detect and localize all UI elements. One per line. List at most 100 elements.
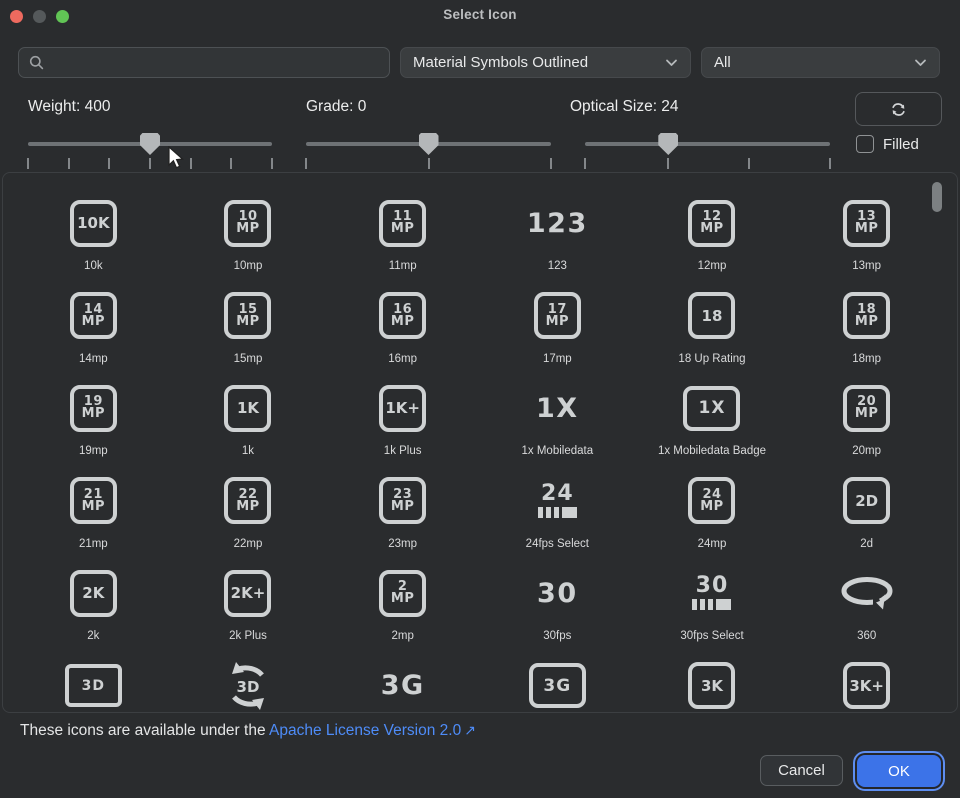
icon-cell[interactable]: 3G xyxy=(480,653,635,714)
icon-label: 10k xyxy=(84,260,103,272)
2mp-icon: 2MP xyxy=(379,560,426,626)
icon-cell[interactable]: 1X1x Mobiledata xyxy=(480,375,635,468)
icon-cell[interactable]: 13MP 13mp xyxy=(789,190,944,283)
grade-slider-thumb[interactable] xyxy=(419,133,439,155)
apache-license-link[interactable]: Apache License Version 2.0 xyxy=(269,722,461,739)
search-input[interactable] xyxy=(52,53,379,72)
icon-cell[interactable]: 2K2k xyxy=(16,560,171,653)
icon-cell[interactable]: 15MP 15mp xyxy=(171,283,326,376)
icon-cell[interactable]: 21MP21mp xyxy=(16,468,171,561)
optical-size-slider-thumb[interactable] xyxy=(658,133,678,155)
icon-label: 20mp xyxy=(852,445,881,457)
icon-grid: 10K10k10MP10mp11MP11mp12312312MP12mp13MP… xyxy=(3,173,957,713)
icon-cell[interactable]: 123123 xyxy=(480,190,635,283)
17mp-icon: 17MP xyxy=(534,283,581,349)
icon-cell[interactable]: 3K+ xyxy=(789,653,944,714)
title-bar: Select Icon xyxy=(0,0,960,32)
360-icon xyxy=(840,575,894,611)
license-note: These icons are available under the Apac… xyxy=(20,722,476,740)
icon-cell[interactable]: 2MP2mp xyxy=(325,560,480,653)
chevron-down-icon xyxy=(665,58,678,67)
reset-sliders-button[interactable] xyxy=(855,92,942,126)
icon-label: 123 xyxy=(548,260,567,272)
icon-cell[interactable]: 24MP24mp xyxy=(635,468,790,561)
3G-icon: 3G xyxy=(381,653,425,714)
icon-label: 2d xyxy=(860,538,873,550)
24mp-icon: 24MP xyxy=(688,468,735,534)
icon-cell[interactable]: 1K+1k Plus xyxy=(325,375,480,468)
icon-cell[interactable]: 12MP12mp xyxy=(635,190,790,283)
icon-label: 18mp xyxy=(852,353,881,365)
1k-icon: 1K xyxy=(224,375,271,441)
cancel-button[interactable]: Cancel xyxy=(760,755,843,786)
optical-size-slider[interactable] xyxy=(585,136,830,162)
external-link-icon: ↗ xyxy=(464,722,476,738)
category-select[interactable]: All xyxy=(701,47,940,78)
font-family-select[interactable]: Material Symbols Outlined xyxy=(400,47,691,78)
icon-label: 30fps Select xyxy=(680,630,743,642)
icon-cell[interactable]: 3D xyxy=(16,653,171,714)
icon-label: 11mp xyxy=(389,260,417,272)
20mp-icon: 20MP xyxy=(843,375,890,441)
30fps-icon: 30 xyxy=(537,560,578,626)
icon-cell[interactable]: 19MP19mp xyxy=(16,375,171,468)
weight-slider-ticks xyxy=(28,158,272,170)
filled-toggle-row: Filled xyxy=(856,135,919,153)
13mp-icon: 13MP xyxy=(843,190,890,256)
icon-label: 360 xyxy=(857,630,876,642)
icon-cell[interactable]: 11MP11mp xyxy=(325,190,480,283)
icon-cell[interactable]: 18MP 18mp xyxy=(789,283,944,376)
icon-cell[interactable]: 23MP23mp xyxy=(325,468,480,561)
icon-cell[interactable]: 360 xyxy=(789,560,944,653)
icon-cell[interactable]: 24 24fps Select xyxy=(480,468,635,561)
ok-button[interactable]: OK xyxy=(857,755,941,787)
icon-label: 19mp xyxy=(79,445,108,457)
icon-label: 13mp xyxy=(852,260,881,272)
grade-label: Grade: 0 xyxy=(306,98,366,116)
icon-cell[interactable]: 14MP14mp xyxy=(16,283,171,376)
21mp-icon: 21MP xyxy=(70,468,117,534)
123-icon: 123 xyxy=(527,190,588,256)
3K+-icon: 3K+ xyxy=(843,653,890,714)
window-title: Select Icon xyxy=(0,7,960,22)
icon-cell[interactable]: 18 18 Up Rating xyxy=(635,283,790,376)
icon-cell[interactable]: 22MP22mp xyxy=(171,468,326,561)
icon-label: 15mp xyxy=(234,353,263,365)
2k-icon: 2K xyxy=(70,560,117,626)
grade-slider[interactable] xyxy=(306,136,551,162)
grade-slider-ticks xyxy=(306,158,551,170)
3D-icon: 3D xyxy=(220,653,276,714)
search-field[interactable] xyxy=(18,47,390,78)
18mp-icon: 18MP xyxy=(843,283,890,349)
icon-cell[interactable]: 2D2d xyxy=(789,468,944,561)
icon-cell[interactable]: 1K1k xyxy=(171,375,326,468)
icon-cell[interactable]: 3K xyxy=(635,653,790,714)
icon-label: 1x Mobiledata xyxy=(522,445,594,457)
icon-cell[interactable]: 2K+2k Plus xyxy=(171,560,326,653)
24fps Select-icon: 24 xyxy=(538,468,577,534)
vertical-scrollbar-thumb[interactable] xyxy=(932,182,942,212)
icon-cell[interactable]: 3030fps xyxy=(480,560,635,653)
360-icon xyxy=(840,560,894,626)
icon-label: 1x Mobiledata Badge xyxy=(658,445,766,457)
weight-slider-thumb[interactable] xyxy=(140,133,160,155)
18 Up Rating-icon: 18 xyxy=(688,283,735,349)
15mp-icon: 15MP xyxy=(224,283,271,349)
optical-size-slider-track[interactable] xyxy=(585,142,830,146)
icon-cell[interactable]: 10K10k xyxy=(16,190,171,283)
icon-cell[interactable]: 3030fps Select xyxy=(635,560,790,653)
icon-label: 18 Up Rating xyxy=(678,353,745,365)
icon-cell[interactable]: 16MP16mp xyxy=(325,283,480,376)
icon-cell[interactable]: 10MP10mp xyxy=(171,190,326,283)
weight-slider[interactable] xyxy=(28,136,272,162)
22mp-icon: 22MP xyxy=(224,468,271,534)
icon-cell[interactable]: 17MP17mp xyxy=(480,283,635,376)
icon-cell[interactable]: 3D xyxy=(171,653,326,714)
license-text: These icons are available under the xyxy=(20,722,269,739)
icon-cell[interactable]: 1X1x Mobiledata Badge xyxy=(635,375,790,468)
icon-label: 24fps Select xyxy=(526,538,589,550)
icon-cell[interactable]: 20MP 20mp xyxy=(789,375,944,468)
filled-checkbox[interactable] xyxy=(856,135,874,153)
icon-cell[interactable]: 3G xyxy=(325,653,480,714)
refresh-icon xyxy=(889,101,908,118)
